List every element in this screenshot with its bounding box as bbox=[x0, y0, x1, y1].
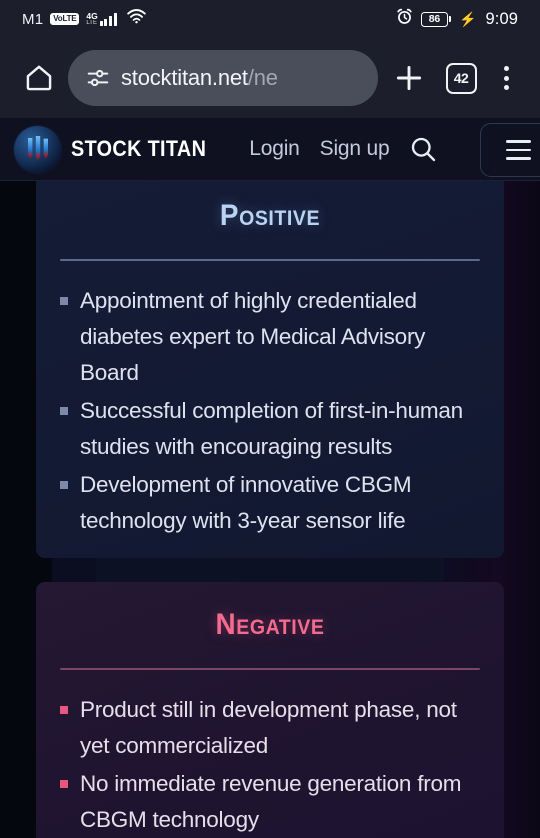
status-bar-right: 86 ⚡ 9:09 bbox=[396, 8, 518, 30]
network-type-label: 4G bbox=[86, 10, 98, 21]
positive-card-title: Positive bbox=[219, 199, 321, 232]
new-tab-button[interactable] bbox=[384, 53, 434, 103]
site-header: STOCK TITAN Login Sign up bbox=[0, 118, 540, 181]
wifi-icon bbox=[126, 9, 146, 29]
alarm-clock-icon bbox=[396, 8, 413, 30]
network-sub-label: LTE bbox=[86, 20, 97, 27]
stock-titan-logo-icon[interactable] bbox=[14, 125, 61, 173]
tab-count-label: 42 bbox=[445, 62, 477, 94]
negative-card: Negative Product still in development ph… bbox=[36, 582, 504, 838]
status-bar: M1 VoLTE 4G LTE 86 ⚡ 9:09 bbox=[0, 0, 540, 38]
clock-label: 9:09 bbox=[485, 9, 518, 28]
volte-badge: VoLTE bbox=[50, 13, 80, 25]
three-dot-menu-icon[interactable] bbox=[486, 55, 526, 101]
hamburger-menu-icon[interactable] bbox=[480, 123, 540, 177]
home-button[interactable] bbox=[18, 57, 60, 99]
negative-bullet-list: Product still in development phase, not … bbox=[60, 692, 480, 838]
negative-card-divider bbox=[60, 668, 480, 670]
battery-icon: 86 bbox=[420, 11, 452, 27]
positive-card-divider bbox=[60, 259, 480, 261]
bullet-marker-icon bbox=[60, 780, 68, 788]
bullet-marker-icon bbox=[60, 407, 68, 415]
login-link[interactable]: Login bbox=[249, 137, 300, 161]
status-bar-left: M1 VoLTE 4G LTE bbox=[22, 9, 146, 29]
site-settings-icon[interactable] bbox=[86, 66, 110, 90]
browser-toolbar: stocktitan.net/ne 42 bbox=[0, 38, 540, 118]
header-nav: Login Sign up bbox=[249, 137, 389, 161]
signup-link[interactable]: Sign up bbox=[320, 137, 390, 161]
list-item: No immediate revenue generation from CBG… bbox=[60, 766, 480, 838]
list-item-text: No immediate revenue generation from CBG… bbox=[80, 771, 462, 832]
list-item: Development of innovative CBGM technolog… bbox=[60, 467, 480, 539]
url-path: /ne bbox=[247, 65, 278, 90]
tab-switcher-button[interactable]: 42 bbox=[438, 55, 484, 101]
battery-level-label: 86 bbox=[428, 13, 440, 25]
list-item-text: Product still in development phase, not … bbox=[80, 697, 457, 758]
list-item: Successful completion of first-in-human … bbox=[60, 393, 480, 465]
list-item: Appointment of highly credentialed diabe… bbox=[60, 283, 480, 391]
bullet-marker-icon bbox=[60, 706, 68, 714]
list-item: Product still in development phase, not … bbox=[60, 692, 480, 764]
positive-bullet-list: Appointment of highly credentialed diabe… bbox=[60, 283, 480, 539]
brand-label[interactable]: STOCK TITAN bbox=[71, 136, 206, 162]
url-bar[interactable]: stocktitan.net/ne bbox=[68, 50, 378, 106]
list-item-text: Development of innovative CBGM technolog… bbox=[80, 472, 412, 533]
article-body: Positive Appointment of highly credentia… bbox=[0, 181, 540, 838]
list-item-text: Appointment of highly credentialed diabe… bbox=[80, 288, 426, 385]
negative-card-title: Negative bbox=[215, 608, 325, 641]
bullet-marker-icon bbox=[60, 481, 68, 489]
signal-bars-icon bbox=[99, 13, 117, 27]
bullet-marker-icon bbox=[60, 297, 68, 305]
charging-bolt-icon: ⚡ bbox=[459, 11, 477, 27]
positive-card: Positive Appointment of highly credentia… bbox=[36, 181, 504, 558]
cellular-signal-icon: 4G LTE bbox=[86, 10, 117, 27]
search-icon[interactable] bbox=[405, 131, 441, 167]
carrier-label: M1 bbox=[22, 10, 44, 28]
url-text[interactable]: stocktitan.net/ne bbox=[121, 65, 278, 91]
url-host: stocktitan.net bbox=[121, 65, 248, 90]
list-item-text: Successful completion of first-in-human … bbox=[80, 398, 463, 459]
